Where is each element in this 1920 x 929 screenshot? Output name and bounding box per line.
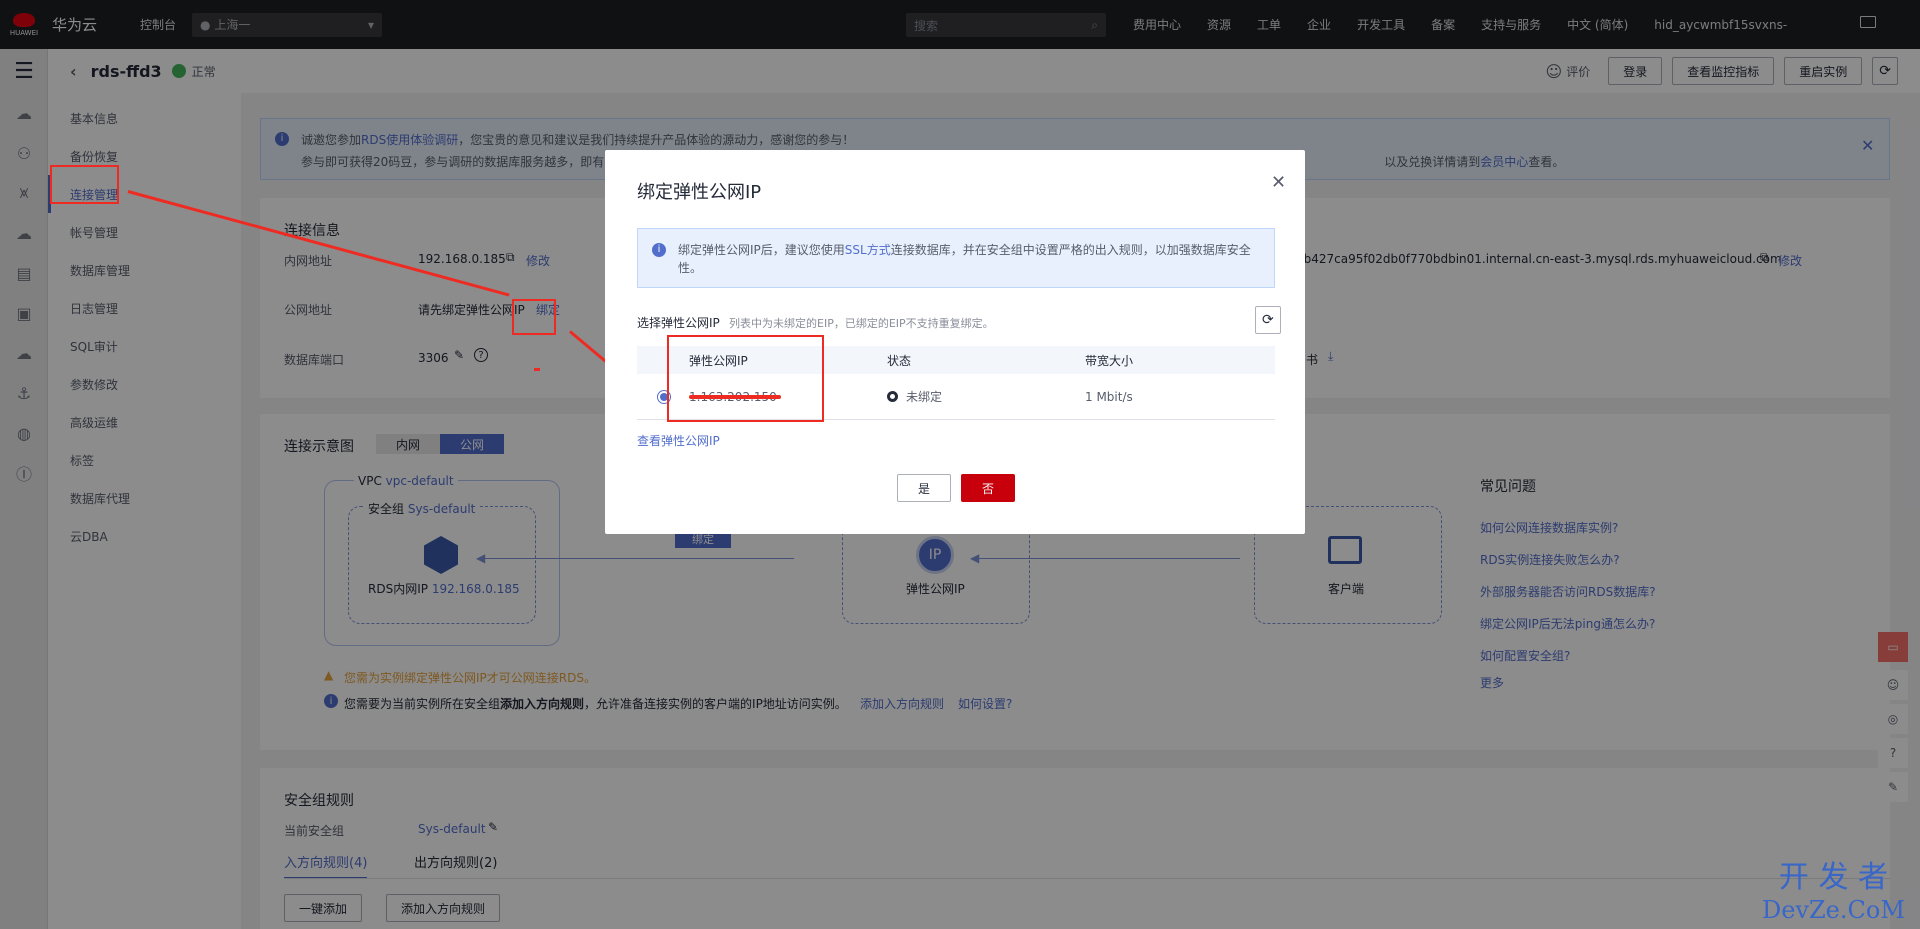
dialog-title: 绑定弹性公网IP [637, 182, 762, 203]
annotation-arrow-tip [534, 368, 540, 371]
annotation-box-bind [512, 299, 556, 335]
bind-eip-dialog: 绑定弹性公网IP ✕ i 绑定弹性公网IP后，建议您使用SSL方式连接数据库，并… [605, 150, 1305, 534]
watermark-line2: DevZe.CoM [1762, 896, 1905, 924]
annotation-box-eip [667, 335, 824, 422]
watermark-line1: 开 发 者 [1778, 860, 1888, 895]
dialog-info-banner: i 绑定弹性公网IP后，建议您使用SSL方式连接数据库，并在安全组中设置严格的出… [637, 228, 1275, 288]
col-status: 状态 [887, 353, 912, 368]
eip-status: 未绑定 [887, 388, 1085, 405]
col-bandwidth: 带宽大小 [1085, 353, 1134, 368]
no-button[interactable]: 否 [961, 474, 1015, 502]
annotation-box-menu [50, 165, 119, 204]
eip-status-text: 未绑定 [906, 390, 943, 404]
ssl-link[interactable]: SSL方式 [845, 243, 891, 257]
eip-bandwidth: 1 Mbit/s [1085, 389, 1133, 404]
yes-button[interactable]: 是 [897, 474, 951, 502]
dialog-refresh-icon[interactable]: ⟳ [1255, 306, 1281, 334]
info-icon-3: i [652, 243, 666, 257]
devze-watermark: 开 发 者 DevZe.CoM [1762, 862, 1905, 926]
select-eip-hint: 列表中为未绑定的EIP，已绑定的EIP不支持重复绑定。 [729, 317, 994, 330]
dialog-info-a: 绑定弹性公网IP后，建议您使用 [678, 243, 845, 257]
dialog-close-icon[interactable]: ✕ [1271, 172, 1286, 193]
select-eip-label: 选择弹性公网IP [637, 316, 720, 330]
view-eip-link[interactable]: 查看弹性公网IP [637, 432, 720, 449]
unbound-status-icon [887, 391, 898, 402]
